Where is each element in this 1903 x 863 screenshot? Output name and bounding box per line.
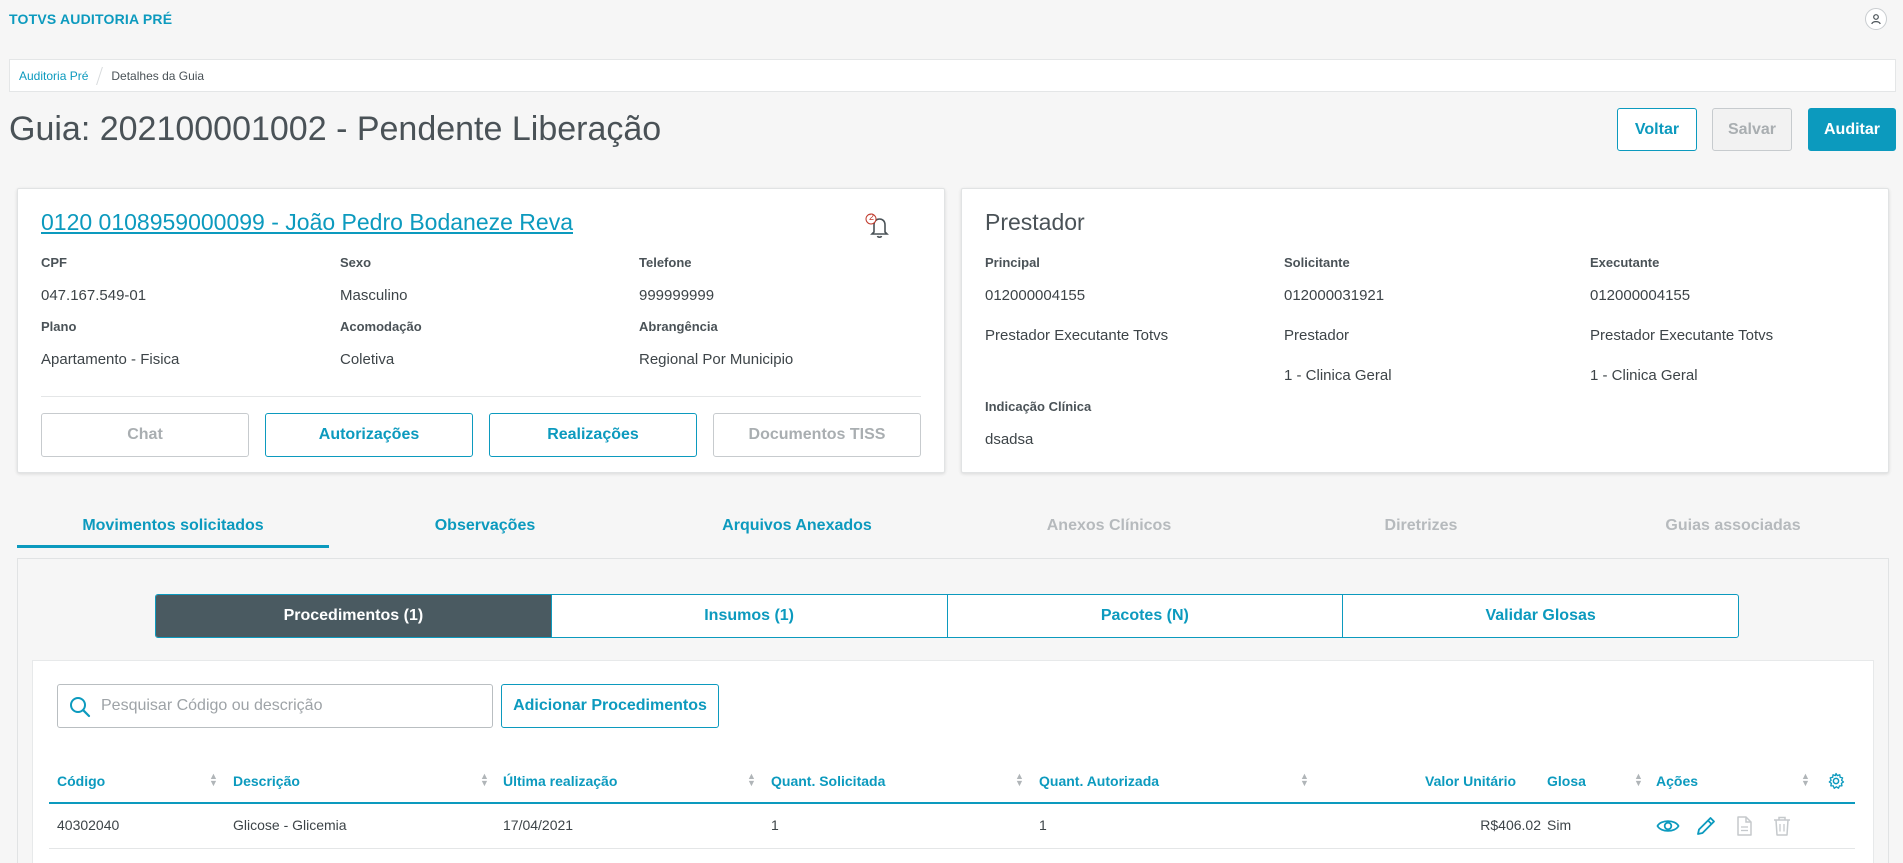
document-icon[interactable] bbox=[1732, 814, 1756, 838]
header-ultima-realizacao[interactable]: Última realização bbox=[503, 773, 617, 789]
principal-name: Prestador Executante Totvs bbox=[985, 327, 1169, 344]
tab-movimentos-solicitados[interactable]: Movimentos solicitados bbox=[17, 508, 329, 548]
sort-icon[interactable]: ▲ ▼ bbox=[1300, 772, 1309, 788]
executante-name: Prestador Executante Totvs bbox=[1590, 327, 1774, 344]
acomodacao-label: Acomodação bbox=[340, 319, 422, 334]
sort-icon[interactable]: ▲ ▼ bbox=[480, 772, 489, 788]
principal-code: 012000004155 bbox=[985, 287, 1086, 304]
segment-validar-glosas[interactable]: Validar Glosas bbox=[1343, 595, 1738, 637]
prestador-title: Prestador bbox=[985, 209, 1085, 235]
sort-icon[interactable]: ▲ ▼ bbox=[747, 772, 756, 788]
breadcrumb-link-auditoria[interactable]: Auditoria Pré bbox=[10, 69, 88, 83]
autorizacoes-button[interactable]: Autorizações bbox=[265, 413, 473, 457]
search-box[interactable] bbox=[57, 684, 493, 728]
cell-valor-unitario: R$406.02 bbox=[1480, 817, 1541, 833]
sexo-label: Sexo bbox=[340, 255, 372, 270]
sort-icon[interactable]: ▲ ▼ bbox=[209, 772, 218, 788]
gear-icon[interactable] bbox=[1827, 772, 1845, 790]
adicionar-procedimentos-button[interactable]: Adicionar Procedimentos bbox=[501, 684, 719, 728]
executante-code: 012000004155 bbox=[1590, 287, 1691, 304]
prestador-card: Prestador Principal 012000004155 Prestad… bbox=[961, 188, 1889, 473]
cell-descricao: Glicose - Glicemia bbox=[233, 817, 347, 833]
tab-guias-associadas[interactable]: Guias associadas bbox=[1577, 508, 1889, 548]
beneficiario-card: 0120 0108959000099 - João Pedro Bodaneze… bbox=[17, 188, 945, 473]
cell-quant-autorizada: 1 bbox=[1039, 817, 1047, 833]
table-header: Código ▲ ▼ Descrição ▲ ▼ Última realização… bbox=[49, 762, 1855, 804]
tab-observacoes[interactable]: Observações bbox=[329, 508, 641, 548]
header-glosa[interactable]: Glosa bbox=[1547, 773, 1586, 789]
eye-icon[interactable] bbox=[1656, 814, 1680, 838]
tab-diretrizes[interactable]: Diretrizes bbox=[1265, 508, 1577, 548]
documentos-tiss-button[interactable]: Documentos TISS bbox=[713, 413, 921, 457]
tab-arquivos-anexados[interactable]: Arquivos Anexados bbox=[641, 508, 953, 548]
app-title: TOTVS AUDITORIA PRÉ bbox=[9, 11, 173, 27]
tab-anexos-clinicos[interactable]: Anexos Clínicos bbox=[953, 508, 1265, 548]
cpf-label: CPF bbox=[41, 255, 67, 270]
auditar-button[interactable]: Auditar bbox=[1808, 108, 1896, 151]
notification-count: 2 bbox=[868, 212, 874, 222]
breadcrumb-separator bbox=[96, 66, 104, 85]
procedures-table: Código ▲ ▼ Descrição ▲ ▼ Última realização… bbox=[49, 762, 1855, 849]
solicitante-code: 012000031921 bbox=[1284, 287, 1385, 304]
sort-icon[interactable]: ▲ ▼ bbox=[1015, 772, 1024, 788]
realizacoes-button[interactable]: Realizações bbox=[489, 413, 697, 457]
tab-bar: Movimentos solicitados Observações Arqui… bbox=[17, 508, 1889, 548]
segmented-control: Procedimentos (1) Insumos (1) Pacotes (N… bbox=[155, 594, 1739, 638]
indicacao-value: dsadsa bbox=[985, 431, 1034, 448]
card-divider bbox=[41, 396, 921, 397]
header-quant-autorizada[interactable]: Quant. Autorizada bbox=[1039, 773, 1159, 789]
segment-pacotes[interactable]: Pacotes (N) bbox=[948, 595, 1344, 637]
user-icon[interactable] bbox=[1865, 8, 1887, 30]
solicitante-specialty: 1 - Clinica Geral bbox=[1284, 367, 1392, 384]
telefone-label: Telefone bbox=[639, 255, 692, 270]
indicacao-label: Indicação Clínica bbox=[985, 399, 1092, 414]
sort-icon[interactable]: ▲ ▼ bbox=[1634, 772, 1643, 788]
salvar-button[interactable]: Salvar bbox=[1712, 108, 1792, 151]
principal-label: Principal bbox=[985, 255, 1040, 270]
chat-button[interactable]: Chat bbox=[41, 413, 249, 457]
search-input[interactable] bbox=[101, 685, 481, 727]
header-acoes: Ações bbox=[1656, 773, 1699, 789]
solicitante-name: Prestador bbox=[1284, 327, 1350, 344]
breadcrumb-current: Detalhes da Guia bbox=[111, 68, 205, 83]
search-icon bbox=[68, 695, 92, 719]
breadcrumb: Auditoria Pré Detalhes da Guia bbox=[9, 59, 1896, 92]
abrangencia-value: Regional Por Municipio bbox=[639, 351, 794, 368]
cell-ultima-realizacao: 17/04/2021 bbox=[503, 817, 574, 833]
acomodacao-value: Coletiva bbox=[340, 351, 395, 368]
plano-label: Plano bbox=[41, 319, 77, 334]
cpf-value: 047.167.549-01 bbox=[41, 287, 147, 304]
cell-codigo: 40302040 bbox=[57, 817, 120, 833]
cell-quant-solicitada: 1 bbox=[771, 817, 779, 833]
plano-value: Apartamento - Fisica bbox=[41, 351, 180, 368]
sort-icon[interactable]: ▲ ▼ bbox=[1801, 772, 1810, 788]
executante-specialty: 1 - Clinica Geral bbox=[1590, 367, 1698, 384]
abrangencia-label: Abrangência bbox=[639, 319, 718, 334]
header-descricao[interactable]: Descrição bbox=[233, 773, 300, 789]
sexo-value: Masculino bbox=[340, 287, 408, 304]
solicitante-label: Solicitante bbox=[1284, 255, 1350, 270]
header-valor-unitario[interactable]: Valor Unitário bbox=[1425, 773, 1516, 789]
telefone-value: 999999999 bbox=[639, 287, 715, 304]
segment-insumos[interactable]: Insumos (1) bbox=[552, 595, 948, 637]
pencil-icon[interactable] bbox=[1694, 814, 1718, 838]
trash-icon[interactable] bbox=[1770, 814, 1794, 838]
beneficiario-name-link[interactable]: 0120 0108959000099 - João Pedro Bodaneze… bbox=[41, 209, 573, 236]
table-row: 40302040 Glicose - Glicemia 17/04/2021 1… bbox=[49, 804, 1855, 849]
page-title: Guia: 202100001002 - Pendente Liberação bbox=[9, 110, 662, 148]
bell-icon[interactable]: 2 bbox=[864, 211, 892, 239]
header-quant-solicitada[interactable]: Quant. Solicitada bbox=[771, 773, 885, 789]
executante-label: Executante bbox=[1590, 255, 1660, 270]
segment-procedimentos[interactable]: Procedimentos (1) bbox=[156, 595, 552, 637]
cell-glosa: Sim bbox=[1547, 817, 1572, 833]
header-codigo[interactable]: Código bbox=[57, 773, 105, 789]
voltar-button[interactable]: Voltar bbox=[1617, 108, 1697, 151]
